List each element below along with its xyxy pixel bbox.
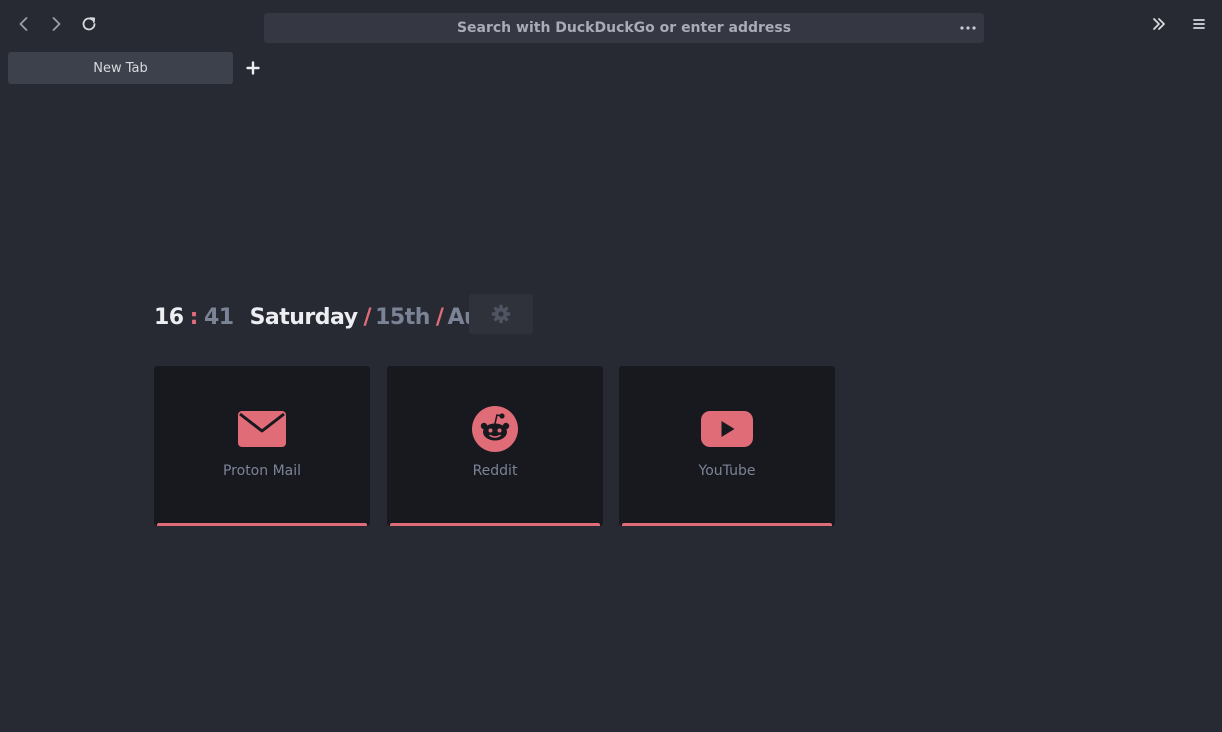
reload-icon bbox=[82, 17, 96, 31]
address-bar[interactable] bbox=[264, 13, 984, 43]
tab-strip: New Tab bbox=[0, 52, 1222, 84]
reload-button[interactable] bbox=[73, 8, 105, 40]
date-day: 15th bbox=[375, 304, 430, 330]
card-accent-bar bbox=[622, 523, 832, 526]
bookmark-label: Proton Mail bbox=[222, 463, 302, 479]
reddit-icon bbox=[472, 406, 518, 452]
browser-toolbar bbox=[0, 0, 1222, 50]
new-tab-button[interactable] bbox=[243, 58, 263, 78]
date-separator: / bbox=[363, 304, 372, 330]
hamburger-menu-icon bbox=[1193, 19, 1205, 29]
forward-button[interactable] bbox=[40, 8, 72, 40]
more-horizontal-icon bbox=[960, 26, 976, 30]
bookmark-icon-wrap bbox=[619, 406, 835, 452]
overflow-menu-button[interactable] bbox=[1143, 8, 1175, 40]
page-actions-button[interactable] bbox=[958, 18, 978, 38]
chevron-left-icon bbox=[19, 17, 28, 31]
clock-separator: : bbox=[189, 304, 199, 330]
back-button[interactable] bbox=[8, 8, 40, 40]
bookmark-card-reddit[interactable]: Reddit bbox=[387, 366, 603, 526]
tab-new-tab[interactable]: New Tab bbox=[8, 52, 233, 84]
bookmark-icon-wrap bbox=[387, 406, 603, 452]
date-separator: / bbox=[435, 304, 444, 330]
bookmark-card-youtube[interactable]: YouTube bbox=[619, 366, 835, 526]
bookmark-label: Reddit bbox=[472, 463, 518, 479]
main-menu-button[interactable] bbox=[1183, 8, 1215, 40]
settings-button[interactable] bbox=[469, 294, 533, 334]
chevron-right-icon bbox=[52, 17, 61, 31]
bookmark-card-proton-mail[interactable]: Proton Mail bbox=[154, 366, 370, 526]
bookmark-icon-wrap bbox=[154, 406, 370, 452]
tab-label: New Tab bbox=[93, 60, 148, 76]
bookmark-label: YouTube bbox=[698, 463, 756, 479]
clock-minutes: 41 bbox=[203, 304, 234, 330]
clock-hours: 16 bbox=[154, 304, 184, 330]
gear-icon bbox=[491, 304, 511, 324]
card-accent-bar bbox=[157, 523, 367, 526]
youtube-icon bbox=[701, 411, 753, 447]
double-chevron-right-icon bbox=[1153, 18, 1165, 30]
date-weekday: Saturday bbox=[249, 304, 358, 330]
address-input[interactable] bbox=[294, 14, 954, 42]
plus-icon bbox=[246, 61, 260, 75]
envelope-icon bbox=[238, 411, 286, 447]
card-accent-bar bbox=[390, 523, 600, 526]
